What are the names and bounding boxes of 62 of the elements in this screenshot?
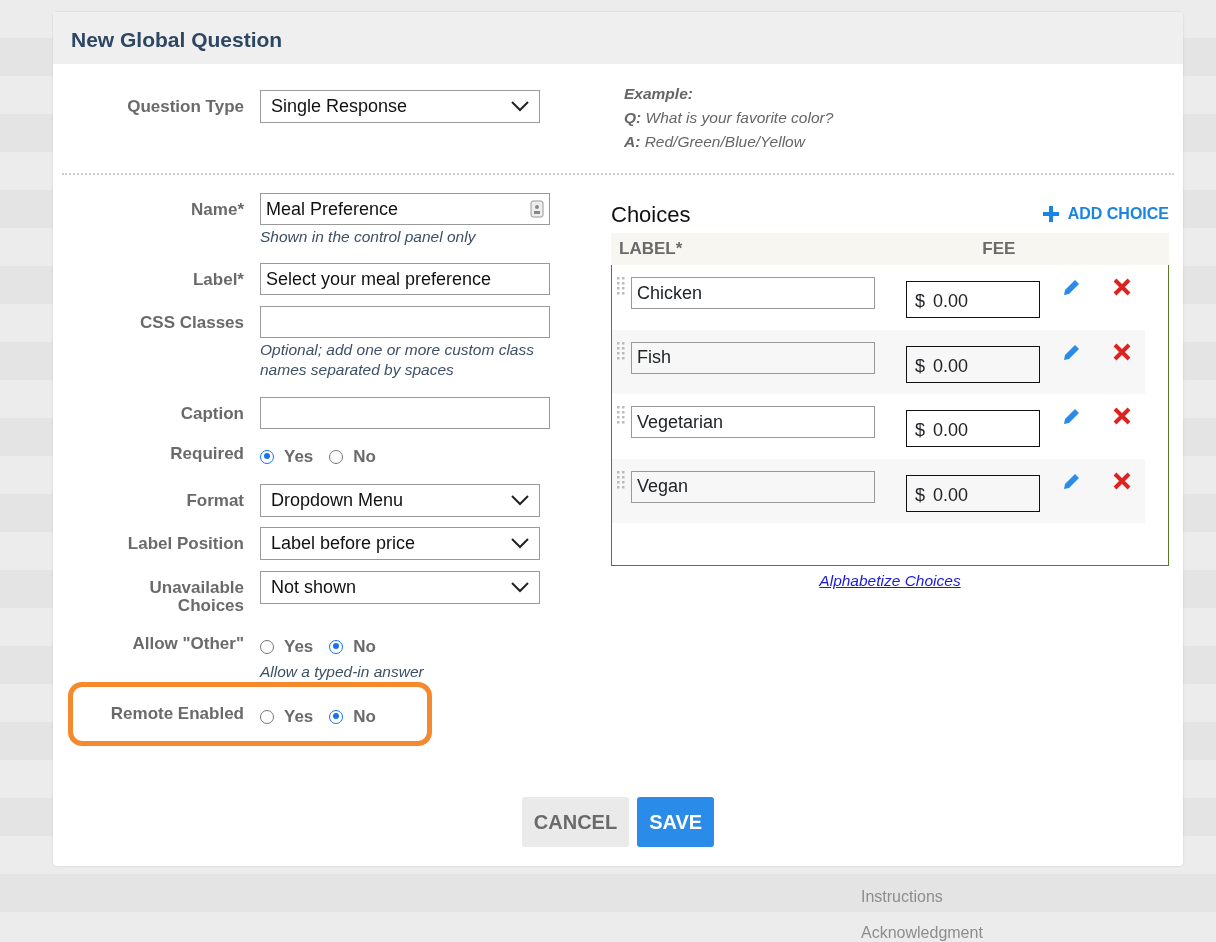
drag-handle-icon[interactable] bbox=[617, 341, 625, 362]
section-title: Choices bbox=[611, 200, 691, 229]
dropdown-select[interactable]: Label before price bbox=[260, 527, 540, 560]
add-choice-link[interactable]: ADD CHOICE bbox=[1041, 202, 1169, 226]
cancel-button[interactable]: CANCEL bbox=[521, 797, 630, 847]
field-label: Unavailable Choices bbox=[148, 577, 244, 615]
choice-label-field[interactable]: Vegan bbox=[631, 470, 875, 503]
drag-handle-icon[interactable] bbox=[617, 470, 625, 491]
chevron-down-icon bbox=[511, 582, 529, 593]
drag-handle-icon[interactable] bbox=[617, 406, 625, 426]
text-field[interactable] bbox=[260, 306, 550, 338]
column-header: FEE bbox=[982, 238, 1016, 261]
delete-icon[interactable] bbox=[1112, 277, 1132, 297]
chevron-down-icon bbox=[511, 538, 529, 549]
field-label: Name* bbox=[190, 199, 244, 219]
dropdown-select[interactable]: Dropdown Menu bbox=[260, 484, 540, 517]
field-label: Allow "Other" bbox=[131, 633, 244, 653]
fee-field[interactable]: $ 0.00 bbox=[906, 281, 1040, 318]
radio-option[interactable]: Yes bbox=[260, 634, 314, 660]
delete-icon[interactable] bbox=[1112, 470, 1132, 491]
field-label: Question Type bbox=[126, 96, 244, 116]
contact-card-icon[interactable] bbox=[530, 200, 544, 218]
field-label: Remote Enabled bbox=[109, 703, 244, 723]
delete-icon[interactable] bbox=[1112, 341, 1132, 362]
pencil-icon[interactable] bbox=[1062, 406, 1082, 426]
dialog-title: New Global Question bbox=[53, 12, 1183, 64]
delete-icon[interactable] bbox=[1112, 406, 1132, 426]
fee-field[interactable]: $ 0.00 bbox=[906, 410, 1040, 447]
field-label: Caption bbox=[179, 403, 244, 423]
radio-option[interactable]: Yes bbox=[260, 704, 314, 730]
field-label: Label Position bbox=[126, 533, 244, 553]
radio-option[interactable]: No bbox=[329, 444, 376, 470]
radio-option[interactable]: No bbox=[329, 704, 376, 730]
choice-label-field[interactable]: Chicken bbox=[631, 277, 875, 309]
choice-label-field[interactable]: Fish bbox=[631, 341, 875, 374]
chevron-down-icon bbox=[511, 101, 529, 112]
field-label: Format bbox=[185, 490, 244, 510]
example-text: Q: What is your favorite color? bbox=[624, 108, 834, 128]
alphabetize-link[interactable]: Alphabetize Choices bbox=[819, 572, 961, 589]
field-label: CSS Classes bbox=[139, 312, 244, 332]
dropdown-select[interactable]: Not shown bbox=[260, 571, 540, 604]
hint-text: Allow a typed-in answer bbox=[260, 661, 425, 682]
text-field[interactable] bbox=[260, 397, 550, 429]
example-heading: Example: bbox=[624, 84, 694, 104]
chevron-down-icon bbox=[511, 495, 529, 506]
fee-field[interactable]: $ 0.00 bbox=[906, 345, 1040, 383]
field-label: Required bbox=[169, 443, 244, 463]
choice-label-field[interactable]: Vegetarian bbox=[631, 406, 875, 438]
radio-option[interactable]: No bbox=[329, 634, 376, 660]
hint-text: Shown in the control panel only bbox=[260, 227, 477, 247]
text-field[interactable]: Select your meal preference bbox=[260, 263, 550, 295]
text-field[interactable]: Meal Preference bbox=[260, 193, 550, 225]
pencil-icon[interactable] bbox=[1062, 277, 1082, 297]
example-text: A: Red/Green/Blue/Yellow bbox=[624, 132, 807, 152]
drag-handle-icon[interactable] bbox=[617, 277, 625, 297]
field-label: Label* bbox=[191, 269, 244, 289]
question-type-select[interactable]: Single Response bbox=[260, 90, 540, 123]
radio-option[interactable]: Yes bbox=[260, 444, 314, 470]
column-header: LABEL* bbox=[619, 238, 683, 261]
fee-field[interactable]: $ 0.00 bbox=[906, 474, 1040, 512]
plus-icon bbox=[1041, 205, 1060, 223]
hint-text: Optional; add one or more custom class names separated by spaces bbox=[260, 340, 535, 380]
